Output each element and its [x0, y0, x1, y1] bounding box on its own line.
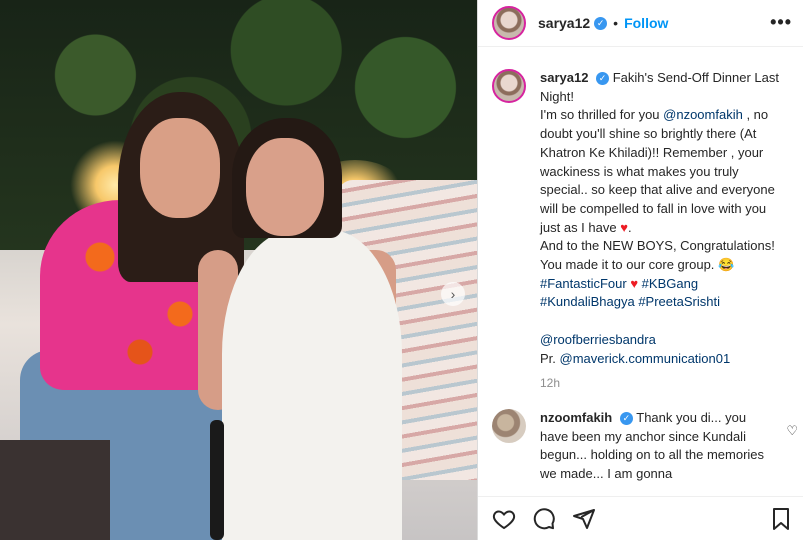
save-bookmark-icon[interactable] [770, 507, 792, 536]
commenter-username[interactable]: nzoomfakih [540, 410, 612, 425]
action-bar [478, 496, 803, 540]
next-photo-button[interactable]: › [441, 282, 465, 306]
hashtag-link[interactable]: #KBGang [642, 276, 698, 291]
person-left-face [140, 118, 220, 218]
like-heart-icon[interactable] [492, 507, 516, 531]
caption-body: I'm so thrilled for you [540, 107, 664, 123]
table-edge [0, 440, 110, 540]
post-photo[interactable]: › [0, 0, 477, 540]
comment-item: nzoomfakih ✓ Thank you di... you have be… [478, 393, 803, 484]
comment-text: nzoomfakih ✓ Thank you di... you have be… [540, 409, 772, 484]
caption-text: sarya12 ✓ Fakih's Send-Off Dinner Last N… [540, 69, 785, 393]
author-avatar[interactable] [492, 6, 526, 40]
caption-body: . [627, 219, 632, 235]
microphone-stand [210, 420, 224, 540]
follow-button[interactable]: Follow [624, 15, 668, 31]
post-header: sarya12 ✓ • Follow ••• [478, 0, 803, 47]
author-avatar[interactable] [492, 69, 526, 103]
verified-badge-icon: ✓ [619, 412, 633, 426]
mention-link[interactable]: @roofberriesbandra [540, 332, 656, 347]
caption-body: And to the NEW BOYS, Congratulations! Yo… [540, 238, 775, 273]
person-right-white-dress [222, 230, 402, 540]
more-options-icon[interactable]: ••• [770, 12, 792, 33]
caption-username[interactable]: sarya12 [540, 70, 588, 85]
post-caption: sarya12 ✓ Fakih's Send-Off Dinner Last N… [478, 47, 803, 393]
hashtag-link[interactable]: #PreetaSrishti [638, 294, 720, 309]
like-comment-heart-icon[interactable]: ♡ [786, 423, 798, 439]
pr-label: Pr. [540, 350, 560, 366]
verified-badge-icon: ✓ [596, 72, 610, 86]
commenter-avatar[interactable] [492, 408, 526, 443]
red-heart-emoji: ♥ [630, 275, 639, 291]
chevron-right-icon: › [450, 286, 456, 302]
post-timestamp[interactable]: 12h [540, 374, 785, 393]
hashtag-link[interactable]: #KundaliBhagya [540, 294, 635, 309]
verified-badge-icon: ✓ [594, 16, 608, 30]
separator-dot: • [613, 15, 619, 31]
share-paper-plane-icon[interactable] [572, 507, 596, 531]
comment-bubble-icon[interactable] [532, 507, 556, 531]
hashtag-link[interactable]: #FantasticFour [540, 276, 627, 291]
mention-link[interactable]: @maverick.communication01 [560, 351, 731, 366]
mention-link[interactable]: @nzoomfakih [663, 107, 743, 122]
post-side-panel: sarya12 ✓ • Follow ••• sarya12 ✓ Fakih's… [477, 0, 803, 540]
author-username[interactable]: sarya12 [538, 15, 590, 31]
red-heart-emoji: ♥ [620, 219, 628, 235]
person-right-face [246, 138, 324, 236]
caption-body: , no doubt you'll shine so brightly ther… [540, 107, 775, 235]
instagram-post: › sarya12 ✓ • Follow ••• sarya12 ✓ Fakih… [0, 0, 803, 540]
